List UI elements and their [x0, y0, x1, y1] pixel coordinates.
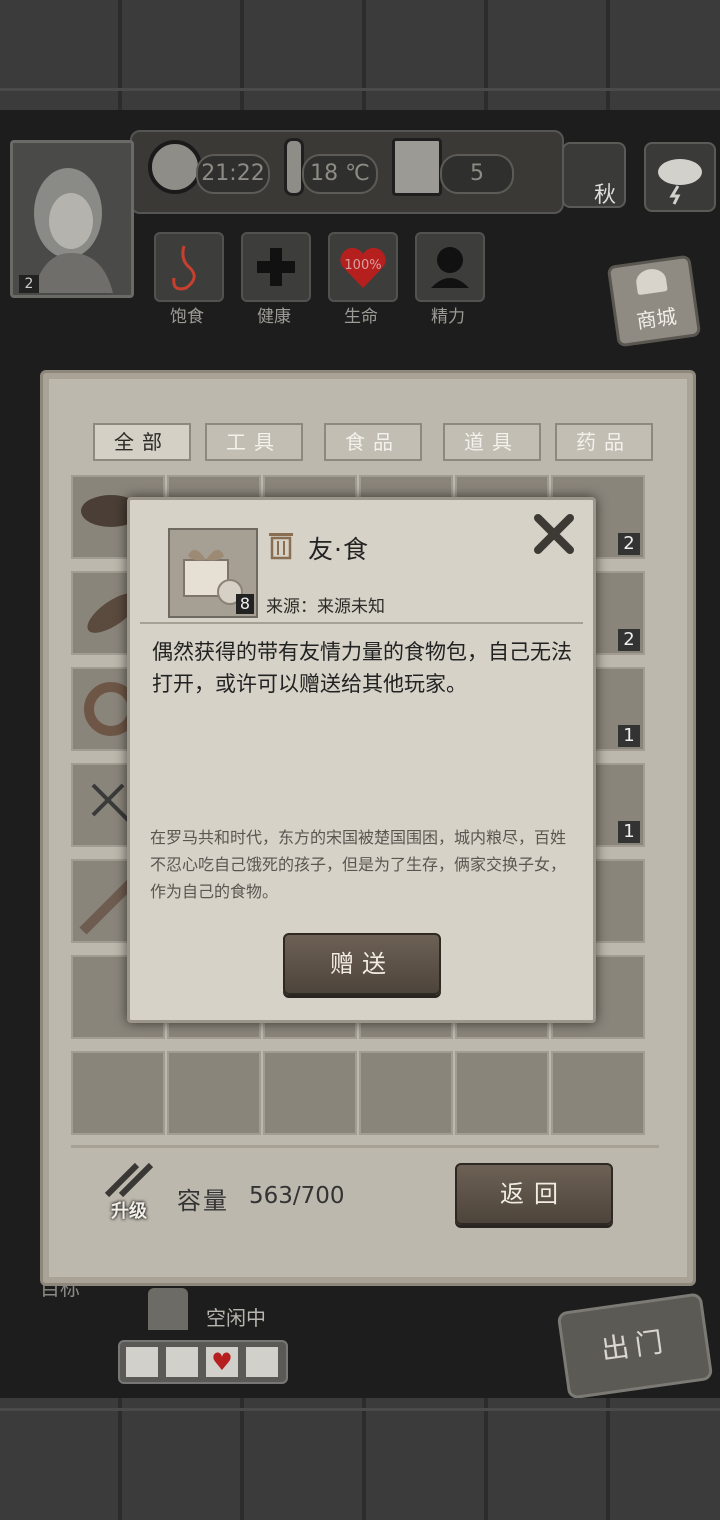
- item-name: 友·食: [308, 535, 369, 564]
- back-button[interactable]: 返回: [455, 1163, 613, 1225]
- tab-food[interactable]: 食品: [324, 423, 422, 461]
- worker-status: 空闲中: [206, 1306, 266, 1330]
- divider: [71, 1145, 659, 1148]
- item-description: 偶然获得的带有友情力量的食物包，自己无法打开，或许可以赠送给其他玩家。: [152, 640, 572, 696]
- health-cross-icon: [257, 248, 295, 286]
- mini-health-icon: [166, 1347, 198, 1377]
- inventory-slot[interactable]: [71, 1051, 165, 1135]
- stat-label-life: 生命: [344, 307, 378, 327]
- item-count: 2: [618, 533, 640, 555]
- close-icon[interactable]: [532, 512, 576, 556]
- weather-storm-icon[interactable]: [644, 142, 716, 212]
- worker-stats-bar: ♥: [118, 1340, 288, 1384]
- item-detail-popup: 8 友·食 来源：来源未知 偶然获得的带有友情力量的食物包，自己无法打开，或许可…: [127, 497, 596, 1023]
- item-image: 8: [168, 528, 258, 618]
- avatar-level-badge: 2: [19, 275, 39, 293]
- inventory-slot[interactable]: [167, 1051, 261, 1135]
- gift-button[interactable]: 赠送: [283, 933, 441, 995]
- bottom-wood-bar: [0, 1398, 720, 1520]
- stat-energy[interactable]: [415, 232, 485, 302]
- season-label: 秋: [593, 183, 616, 208]
- gift-label: 赠送: [330, 950, 394, 978]
- stat-label-satiety: 饱食: [170, 307, 204, 327]
- item-lore: 在罗马共和时代，东方的宋国被楚国围困，城内粮尽，百姓不忍心吃自己饿死的孩子，但是…: [150, 828, 567, 901]
- capacity-label: 容量: [177, 1187, 229, 1215]
- calendar-icon: [392, 138, 442, 196]
- stomach-icon: [172, 245, 196, 291]
- shell-icon: [634, 267, 668, 296]
- trash-icon[interactable]: [268, 530, 294, 560]
- exit-button[interactable]: 出门: [556, 1292, 714, 1400]
- stat-label-energy: 精力: [431, 307, 465, 327]
- exit-label: 出门: [598, 1324, 671, 1367]
- tab-tools[interactable]: 工具: [205, 423, 303, 461]
- upgrade-label: 升级: [111, 1201, 147, 1222]
- item-count: 2: [618, 629, 640, 651]
- shop-label: 商城: [635, 304, 678, 334]
- mini-heart-icon: ♥: [206, 1347, 238, 1377]
- inventory-slot[interactable]: [551, 1051, 645, 1135]
- thermometer-icon: [284, 138, 304, 196]
- energy-person-icon: [431, 247, 469, 288]
- life-value: 100%: [344, 258, 382, 273]
- item-source: 来源：来源未知: [266, 597, 385, 617]
- stat-life[interactable]: 100%: [328, 232, 398, 302]
- tab-props[interactable]: 道具: [443, 423, 541, 461]
- inventory-slot[interactable]: [359, 1051, 453, 1135]
- worker-avatar[interactable]: [148, 1288, 188, 1330]
- inventory-slot[interactable]: [455, 1051, 549, 1135]
- survivor-portrait-icon: [33, 168, 113, 293]
- capacity-value: 563/700: [249, 1183, 345, 1209]
- item-count: 1: [618, 725, 640, 747]
- temperature-display: 18 ℃: [302, 154, 378, 194]
- day-display: 5: [440, 154, 514, 194]
- mini-stomach-icon: [126, 1347, 158, 1377]
- hammer-icon: [104, 1162, 154, 1198]
- time-display: 21:22: [196, 154, 270, 194]
- inventory-slot[interactable]: [263, 1051, 357, 1135]
- avatar[interactable]: 2: [10, 140, 134, 298]
- clock-icon: [148, 140, 202, 194]
- stat-health[interactable]: [241, 232, 311, 302]
- back-label: 返回: [500, 1180, 568, 1208]
- top-wood-bar: [0, 0, 720, 110]
- season-button[interactable]: 秋: [562, 142, 626, 208]
- shop-button[interactable]: 商城: [606, 254, 702, 348]
- popup-divider: [140, 622, 583, 624]
- stat-label-health: 健康: [257, 307, 291, 327]
- stat-satiety[interactable]: [154, 232, 224, 302]
- item-count-badge: 8: [236, 594, 254, 614]
- tab-medicine[interactable]: 药品: [555, 423, 653, 461]
- upgrade-button[interactable]: 升级: [97, 1161, 161, 1223]
- tab-all[interactable]: 全部: [93, 423, 191, 461]
- mini-energy-icon: [246, 1347, 278, 1377]
- item-count: 1: [618, 821, 640, 843]
